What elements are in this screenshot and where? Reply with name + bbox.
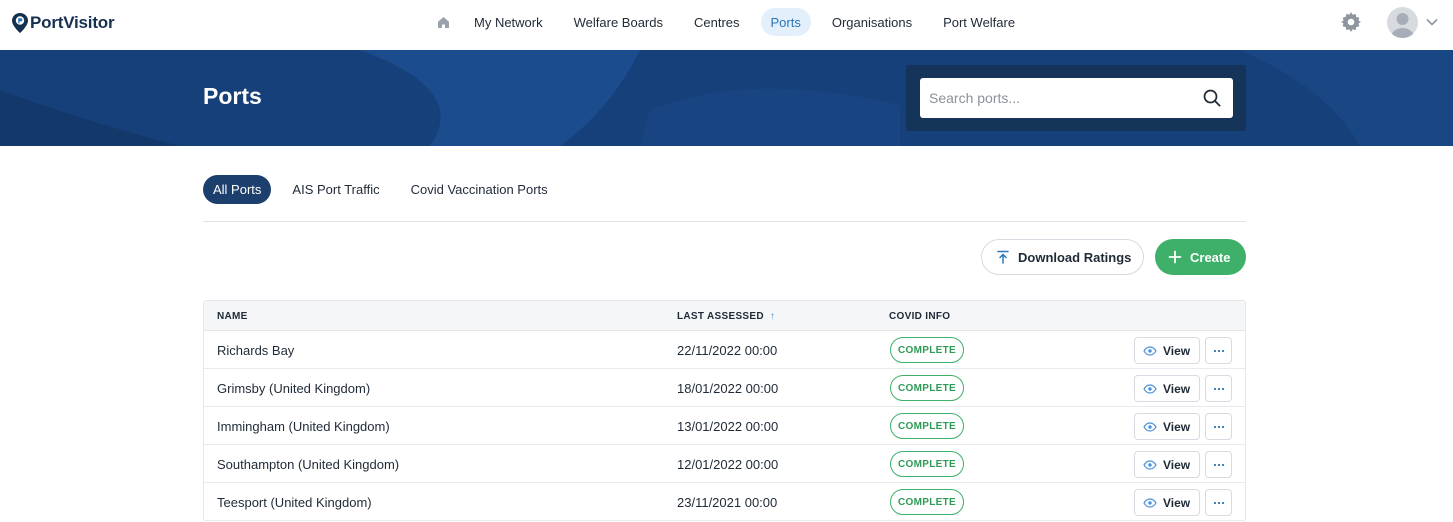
port-name: Richards Bay	[217, 343, 295, 358]
last-assessed-date: 18/01/2022 00:00	[677, 381, 779, 396]
eye-icon	[1143, 383, 1157, 394]
last-assessed-date: 23/11/2021 00:00	[677, 495, 778, 510]
view-label: View	[1163, 343, 1191, 358]
tab-all-ports[interactable]: All Ports	[203, 175, 272, 204]
table-row[interactable]: Teesport (United Kingdom) 23/11/2021 00:…	[204, 483, 1245, 521]
search-icon[interactable]	[1203, 89, 1221, 107]
last-assessed-label: LAST ASSESSED	[677, 311, 764, 322]
port-name: Teesport (United Kingdom)	[217, 495, 372, 510]
status-badge: COMPLETE	[890, 489, 964, 515]
page-header-banner: Ports	[0, 50, 1453, 146]
ellipsis-icon	[1213, 425, 1224, 428]
port-name: Southampton (United Kingdom)	[217, 457, 400, 472]
portvisitor-logo[interactable]: PortVisitor	[12, 12, 115, 34]
more-options-button[interactable]	[1205, 375, 1232, 402]
create-button[interactable]: Create	[1155, 239, 1246, 275]
view-label: View	[1163, 457, 1191, 472]
view-button[interactable]: View	[1134, 375, 1200, 402]
tab-ais-port-traffic[interactable]: AIS Port Traffic	[282, 175, 389, 204]
view-button[interactable]: View	[1134, 337, 1200, 364]
status-badge: COMPLETE	[890, 337, 964, 363]
eye-icon	[1143, 421, 1157, 432]
view-button[interactable]: View	[1134, 489, 1200, 516]
gear-icon[interactable]	[1341, 12, 1361, 32]
home-button[interactable]	[430, 8, 456, 36]
last-assessed-date: 13/01/2022 00:00	[677, 419, 779, 434]
download-ratings-button[interactable]: Download Ratings	[981, 239, 1144, 275]
last-assessed-date: 12/01/2022 00:00	[677, 457, 779, 472]
nav-centres[interactable]: Centres	[684, 8, 750, 36]
home-icon	[437, 16, 449, 28]
table-row[interactable]: Richards Bay 22/11/2022 00:00 COMPLETE V…	[204, 331, 1245, 369]
plus-icon	[1168, 250, 1182, 264]
ports-tabs: All Ports AIS Port Traffic Covid Vaccina…	[203, 175, 569, 204]
create-label: Create	[1190, 249, 1231, 265]
column-covid-info-header: COVID INFO	[889, 311, 951, 322]
more-options-button[interactable]	[1205, 451, 1232, 478]
ellipsis-icon	[1213, 387, 1224, 390]
user-icon	[1391, 13, 1414, 38]
eye-icon	[1143, 345, 1157, 356]
user-avatar[interactable]	[1387, 7, 1418, 38]
more-options-button[interactable]	[1205, 337, 1232, 364]
column-last-assessed-header[interactable]: LAST ASSESSED ↑	[677, 311, 775, 322]
last-assessed-date: 22/11/2022 00:00	[677, 343, 778, 358]
ellipsis-icon	[1213, 349, 1224, 352]
ellipsis-icon	[1213, 501, 1224, 504]
top-navbar: PortVisitor My Network Welfare Boards Ce…	[0, 0, 1453, 50]
search-panel	[906, 65, 1246, 131]
table-row[interactable]: Southampton (United Kingdom) 12/01/2022 …	[204, 445, 1245, 483]
view-label: View	[1163, 495, 1191, 510]
sort-ascending-icon: ↑	[769, 311, 776, 322]
search-box	[920, 78, 1233, 118]
tabs-divider	[203, 221, 1246, 222]
location-pin-icon	[12, 13, 28, 33]
download-ratings-label: Download Ratings	[1018, 249, 1132, 265]
status-badge: COMPLETE	[890, 375, 964, 401]
eye-icon	[1143, 459, 1157, 470]
view-label: View	[1163, 419, 1191, 434]
status-badge: COMPLETE	[890, 413, 964, 439]
port-name: Grimsby (United Kingdom)	[217, 381, 371, 396]
main-nav: My Network Welfare Boards Centres Ports …	[430, 8, 1036, 36]
table-row[interactable]: Immingham (United Kingdom) 13/01/2022 00…	[204, 407, 1245, 445]
nav-my-network[interactable]: My Network	[464, 8, 553, 36]
ellipsis-icon	[1213, 463, 1224, 466]
table-header: NAME LAST ASSESSED ↑ COVID INFO	[204, 301, 1245, 331]
nav-ports[interactable]: Ports	[760, 8, 811, 36]
view-button[interactable]: View	[1134, 413, 1200, 440]
nav-port-welfare[interactable]: Port Welfare	[933, 8, 1025, 36]
ports-table: NAME LAST ASSESSED ↑ COVID INFO Richards …	[203, 300, 1246, 521]
upload-arrow-icon	[997, 250, 1009, 264]
more-options-button[interactable]	[1205, 489, 1232, 516]
port-name: Immingham (United Kingdom)	[217, 419, 390, 434]
tab-covid-vaccination-ports[interactable]: Covid Vaccination Ports	[401, 175, 558, 204]
nav-organisations[interactable]: Organisations	[822, 8, 922, 36]
view-button[interactable]: View	[1134, 451, 1200, 478]
status-badge: COMPLETE	[890, 451, 964, 477]
more-options-button[interactable]	[1205, 413, 1232, 440]
chevron-down-icon[interactable]	[1426, 18, 1438, 26]
page-title: Ports	[203, 83, 262, 109]
column-name-header[interactable]: NAME	[217, 311, 248, 322]
eye-icon	[1143, 497, 1157, 508]
nav-welfare-boards[interactable]: Welfare Boards	[564, 8, 673, 36]
logo-text: PortVisitor	[30, 13, 115, 32]
view-label: View	[1163, 381, 1191, 396]
search-input[interactable]	[920, 78, 1190, 118]
table-row[interactable]: Grimsby (United Kingdom) 18/01/2022 00:0…	[204, 369, 1245, 407]
